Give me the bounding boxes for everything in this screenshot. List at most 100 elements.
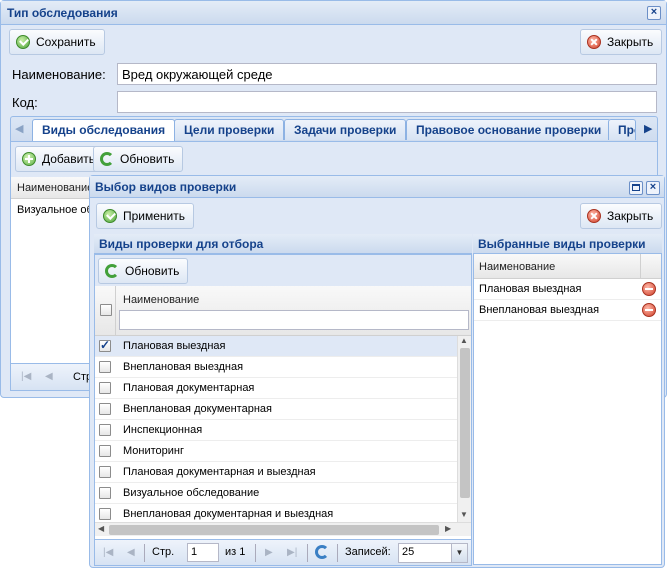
tab-inspection-types[interactable]: Виды обследования [32,119,176,142]
first-page-icon[interactable]: |◀ [21,371,31,382]
remove-icon[interactable] [642,303,656,317]
dialog-close-icon[interactable]: × [646,181,660,195]
save-button[interactable]: Сохранить [9,29,105,55]
tab-label: Пре [618,123,635,137]
tab-more[interactable]: Пре [608,119,636,140]
first-page-icon[interactable]: |◀ [103,547,113,558]
row-checkbox[interactable] [99,508,111,520]
row-checkbox[interactable] [99,445,111,457]
right-grid-header: Наименование [474,254,661,279]
left-section-header: Виды проверки для отбора [94,234,472,254]
records-label: Записей: [345,546,391,558]
list-item[interactable]: Плановая документарная и выездная [95,462,457,483]
row-checkbox[interactable] [99,361,111,373]
left-rows: Плановая выездная Внеплановая выездная П… [95,336,457,525]
list-item-label: Внеплановая документарная [123,403,272,415]
main-close-button[interactable]: Закрыть [580,29,663,55]
tab-scroll-right-icon[interactable]: ▶ [644,122,652,135]
main-window-title: Тип обследования [1,1,666,25]
dialog-refresh-button[interactable]: Обновить [98,258,189,284]
main-grid-row[interactable]: Визуальное об [17,204,93,216]
last-page-icon[interactable]: ▶| [287,547,297,558]
list-item-label: Плановая документарная [123,382,255,394]
scroll-up-icon[interactable]: ▲ [460,336,468,345]
pager-separator [144,544,145,562]
row-checkbox[interactable] [99,382,111,394]
scroll-left-icon[interactable]: ◀ [98,524,104,533]
scroll-thumb[interactable] [460,348,470,498]
tab-scroll-left-icon[interactable]: ◀ [15,122,23,135]
add-button-label: Добавить [42,152,96,166]
name-label: Наименование: [12,67,106,82]
prev-page-icon[interactable]: ◀ [127,547,135,558]
select-all-checkbox[interactable] [100,304,112,316]
right-panel: Наименование Плановая выездная Внепланов… [473,254,662,565]
main-refresh-label: Обновить [120,152,175,166]
column-divider [640,254,641,279]
apply-button[interactable]: Применить [96,203,195,229]
list-item[interactable]: Плановая документарная [95,378,457,399]
main-grid-header-label: Наименование [17,182,94,194]
column-divider [115,286,116,336]
row-checkbox[interactable] [99,403,111,415]
list-item-label: Внеплановая документарная и выездная [123,508,334,520]
filter-input[interactable] [119,310,469,330]
next-page-icon[interactable]: ▶ [265,547,273,558]
remove-icon[interactable] [642,282,656,296]
tab-label: Цели проверки [184,123,275,137]
tab-label: Задачи проверки [294,123,397,137]
list-item[interactable]: Внеплановая выездная [95,357,457,378]
list-item[interactable]: Плановая выездная [95,336,457,357]
scroll-right-icon[interactable]: ▶ [445,524,451,533]
list-item[interactable]: Визуальное обследование [95,483,457,504]
list-item-label: Плановая документарная и выездная [123,466,316,478]
records-select[interactable]: 25 ▼ [398,543,468,563]
right-grid-header-label: Наименование [479,261,556,273]
h-scroll-thumb[interactable] [109,525,439,535]
close-icon [587,209,601,223]
pager-separator [337,544,338,562]
dialog-title: Выбор видов проверки [95,180,237,194]
main-close-icon[interactable]: × [647,6,661,20]
row-checkbox[interactable] [99,466,111,478]
pager-refresh-icon[interactable] [315,545,329,559]
scroll-down-icon[interactable]: ▼ [460,510,468,519]
refresh-icon [100,152,114,166]
row-checkbox[interactable] [99,487,111,499]
add-icon [22,152,36,166]
page-number-input[interactable]: 1 [187,543,219,562]
list-item[interactable]: Внеплановая документарная [95,399,457,420]
dialog-close-button[interactable]: Закрыть [580,203,663,229]
row-checkbox[interactable] [99,338,111,352]
list-item[interactable]: Инспекционная [95,420,457,441]
selected-item[interactable]: Внеплановая выездная [474,300,661,321]
chevron-down-icon[interactable]: ▼ [451,544,467,562]
tab-goals[interactable]: Цели проверки [174,119,285,140]
maximize-icon[interactable] [629,181,643,195]
check-icon [103,209,117,223]
row-checkbox[interactable] [99,424,111,436]
list-item-label: Плановая выездная [123,340,226,352]
tab-tasks[interactable]: Задачи проверки [284,119,407,140]
refresh-icon [105,264,119,278]
tab-legal-basis[interactable]: Правовое основание проверки [406,119,612,140]
main-refresh-button[interactable]: Обновить [93,146,184,172]
selected-item[interactable]: Плановая выездная [474,279,661,300]
list-item-label: Внеплановая выездная [123,361,244,373]
save-button-label: Сохранить [36,35,96,49]
list-item-label: Инспекционная [123,424,203,436]
check-icon [16,35,30,49]
right-section-header: Выбранные виды проверки [473,234,662,254]
code-input[interactable] [117,91,657,113]
list-item-label: Визуальное обследование [123,487,260,499]
prev-page-icon[interactable]: ◀ [45,371,53,382]
pager-page-label: Стр. [152,546,175,558]
vertical-scrollbar[interactable]: ▲ ▼ [457,336,471,522]
main-window-title-text: Тип обследования [7,6,118,20]
add-button[interactable]: Добавить [15,146,105,172]
horizontal-scrollbar[interactable]: ◀ ▶ [95,522,471,536]
close-icon [587,35,601,49]
name-input[interactable]: Вред окружающей среде [117,63,657,85]
name-input-value: Вред окружающей среде [122,67,273,82]
list-item[interactable]: Мониторинг [95,441,457,462]
